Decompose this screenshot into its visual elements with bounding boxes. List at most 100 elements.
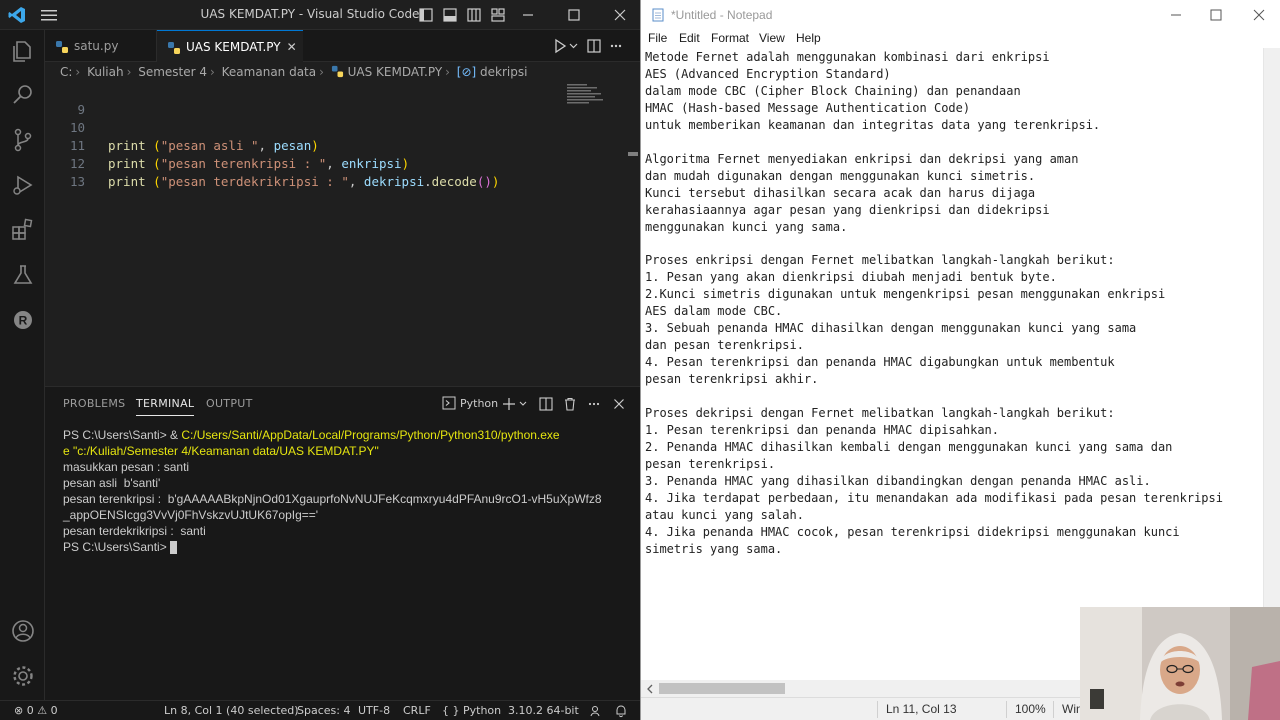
live-share-icon[interactable]	[590, 704, 604, 718]
breadcrumb-item[interactable]: Keamanan data	[222, 65, 316, 79]
vertical-scrollbar[interactable]	[1263, 48, 1280, 680]
source-control-icon[interactable]	[10, 127, 36, 153]
terminal-dropdown-chevron-icon[interactable]	[518, 397, 528, 411]
terminal-profile-label[interactable]: Python	[460, 397, 498, 410]
paren-token: )	[311, 138, 319, 153]
terminal-line: masukkan pesan : santi	[63, 460, 190, 474]
more-actions-icon[interactable]	[587, 397, 601, 411]
minimize-icon[interactable]	[1167, 6, 1185, 24]
remote-explorer-icon[interactable]: R	[10, 307, 36, 333]
minimize-icon[interactable]	[520, 7, 536, 23]
prompt-text: PS C:\Users\Santi> &	[63, 428, 182, 442]
terminal-output[interactable]: PS C:\Users\Santi> & C:/Users/Santi/AppD…	[63, 427, 628, 555]
account-icon[interactable]	[10, 618, 36, 644]
kill-terminal-trash-icon[interactable]	[563, 397, 577, 411]
breadcrumb-item[interactable]: C:	[60, 65, 72, 79]
notepad-text-line: 4. Jika terdapat perbedaan, itu menandak…	[645, 490, 1223, 505]
notepad-app-icon	[652, 8, 664, 22]
line-ending[interactable]: CRLF	[403, 701, 431, 720]
maximize-icon[interactable]	[566, 7, 582, 23]
new-terminal-icon[interactable]	[502, 397, 516, 411]
status-bar: ⊗ 0 ⚠ 0 Ln 8, Col 1 (40 selected) Spaces…	[0, 700, 640, 720]
notifications-bell-icon[interactable]	[614, 704, 628, 718]
search-icon[interactable]	[10, 82, 36, 108]
close-window-icon[interactable]	[1250, 6, 1268, 24]
run-and-split-controls	[555, 38, 622, 54]
customize-layout-icon[interactable]	[490, 7, 506, 23]
string-token: "pesan terdekrikripsi : "	[160, 174, 349, 189]
python-interpreter[interactable]: 3.10.2 64-bit	[508, 701, 579, 720]
toggle-secondary-sidebar-icon[interactable]	[466, 7, 482, 23]
menu-file[interactable]: File	[648, 31, 667, 45]
menu-help[interactable]: Help	[796, 31, 821, 45]
notepad-text-line: dan pesan terenkripsi.	[645, 338, 804, 353]
tab-terminal[interactable]: TERMINAL	[136, 397, 195, 416]
minimap[interactable]	[565, 82, 620, 122]
run-python-file-icon[interactable]	[555, 38, 567, 54]
explorer-icon[interactable]	[10, 38, 36, 64]
dot-token: .	[424, 174, 432, 189]
tab-output[interactable]: OUTPUT	[206, 397, 253, 410]
notepad-text-line: dan mudah digunakan dengan menggunakan k…	[645, 168, 1036, 183]
notepad-text-line: 2.Kunci simetris digunakan untuk mengenk…	[645, 287, 1166, 302]
code-line: 9	[45, 83, 90, 117]
menu-edit[interactable]: Edit	[679, 31, 700, 45]
menu-view[interactable]: View	[759, 31, 785, 45]
indentation[interactable]: Spaces: 4	[297, 701, 350, 720]
python-file-icon	[56, 40, 68, 53]
command-text: C:/Users/Santi/AppData/Local/Programs/Py…	[181, 428, 560, 442]
close-tab-icon[interactable]: ✕	[287, 40, 297, 54]
maximize-icon[interactable]	[1207, 6, 1225, 24]
paren-token: (	[145, 174, 161, 189]
code-editor[interactable]: 9 10 print ("pesan asli ", pesan) 11 pri…	[45, 82, 640, 386]
notepad-text-line: 1. Pesan terenkripsi dan penanda HMAC di…	[645, 422, 1000, 437]
run-debug-icon[interactable]	[10, 172, 36, 198]
encoding[interactable]: UTF-8	[358, 701, 390, 720]
extensions-icon[interactable]	[10, 217, 36, 243]
svg-text:R: R	[19, 314, 28, 328]
terminal-cursor	[170, 541, 178, 555]
notepad-text-line	[645, 388, 1245, 405]
scroll-left-arrow-icon[interactable]	[644, 683, 656, 695]
breadcrumb-item[interactable]: Kuliah	[87, 65, 124, 79]
problems-count[interactable]: ⊗ 0 ⚠ 0	[14, 701, 58, 720]
testing-flask-icon[interactable]	[10, 262, 36, 288]
breadcrumb-item[interactable]: dekripsi	[480, 65, 527, 79]
comma-token: ,	[326, 156, 342, 171]
paren-token: )	[491, 174, 500, 189]
notepad-text-line: 2. Penanda HMAC dihasilkan kembali denga…	[645, 439, 1173, 454]
toggle-sidebar-icon[interactable]	[418, 7, 434, 23]
menu-format[interactable]: Format	[711, 31, 749, 45]
bottom-panel: PROBLEMS TERMINAL OUTPUT Python PS C:\Us…	[45, 386, 640, 700]
split-terminal-icon[interactable]	[539, 397, 553, 411]
notepad-text-line: untuk memberikan keamanan dan integritas…	[645, 117, 1101, 132]
settings-gear-icon[interactable]	[10, 663, 36, 689]
more-actions-icon[interactable]	[610, 44, 614, 48]
notepad-text-line: AES dalam mode CBC.	[645, 304, 783, 319]
notepad-text-line: dalam mode CBC (Cipher Block Chaining) d…	[645, 83, 1021, 98]
breadcrumb-item[interactable]: Semester 4	[138, 65, 207, 79]
paren-token: (	[145, 156, 161, 171]
language-mode[interactable]: { } Python	[442, 701, 501, 720]
hamburger-menu-icon[interactable]	[40, 7, 58, 23]
notepad-text-area[interactable]: Metode Fernet adalah menggunakan kombina…	[645, 49, 1245, 558]
tab-satu-py[interactable]: satu.py	[45, 30, 157, 62]
tab-problems[interactable]: PROBLEMS	[63, 397, 125, 410]
notepad-text-line	[645, 134, 1245, 151]
toggle-panel-icon[interactable]	[442, 7, 458, 23]
close-window-icon[interactable]	[612, 7, 628, 23]
notepad-text-line: Proses enkripsi dengan Fernet melibatkan…	[645, 253, 1115, 268]
cursor-position[interactable]: Ln 8, Col 1 (40 selected)	[164, 701, 299, 720]
horizontal-scroll-thumb[interactable]	[659, 683, 785, 694]
notepad-title: *Untitled - Notepad	[671, 8, 773, 22]
breadcrumb-item[interactable]: UAS KEMDAT.PY	[348, 65, 443, 79]
close-panel-icon[interactable]	[612, 397, 626, 411]
editor-scroll-indicator[interactable]	[628, 152, 638, 156]
tab-uas-kemdat[interactable]: UAS KEMDAT.PY ✕	[157, 30, 303, 62]
notepad-text-line: 4. Pesan terenkripsi dan penanda HMAC di…	[645, 355, 1115, 370]
code-line: 11 print ("pesan terenkripsi : ", enkrip…	[45, 119, 409, 171]
notepad-text-line	[645, 235, 1245, 252]
run-dropdown-chevron-icon[interactable]	[569, 43, 578, 49]
notepad-text-line: simetris yang sama.	[645, 541, 783, 556]
function-token: print	[108, 174, 146, 189]
